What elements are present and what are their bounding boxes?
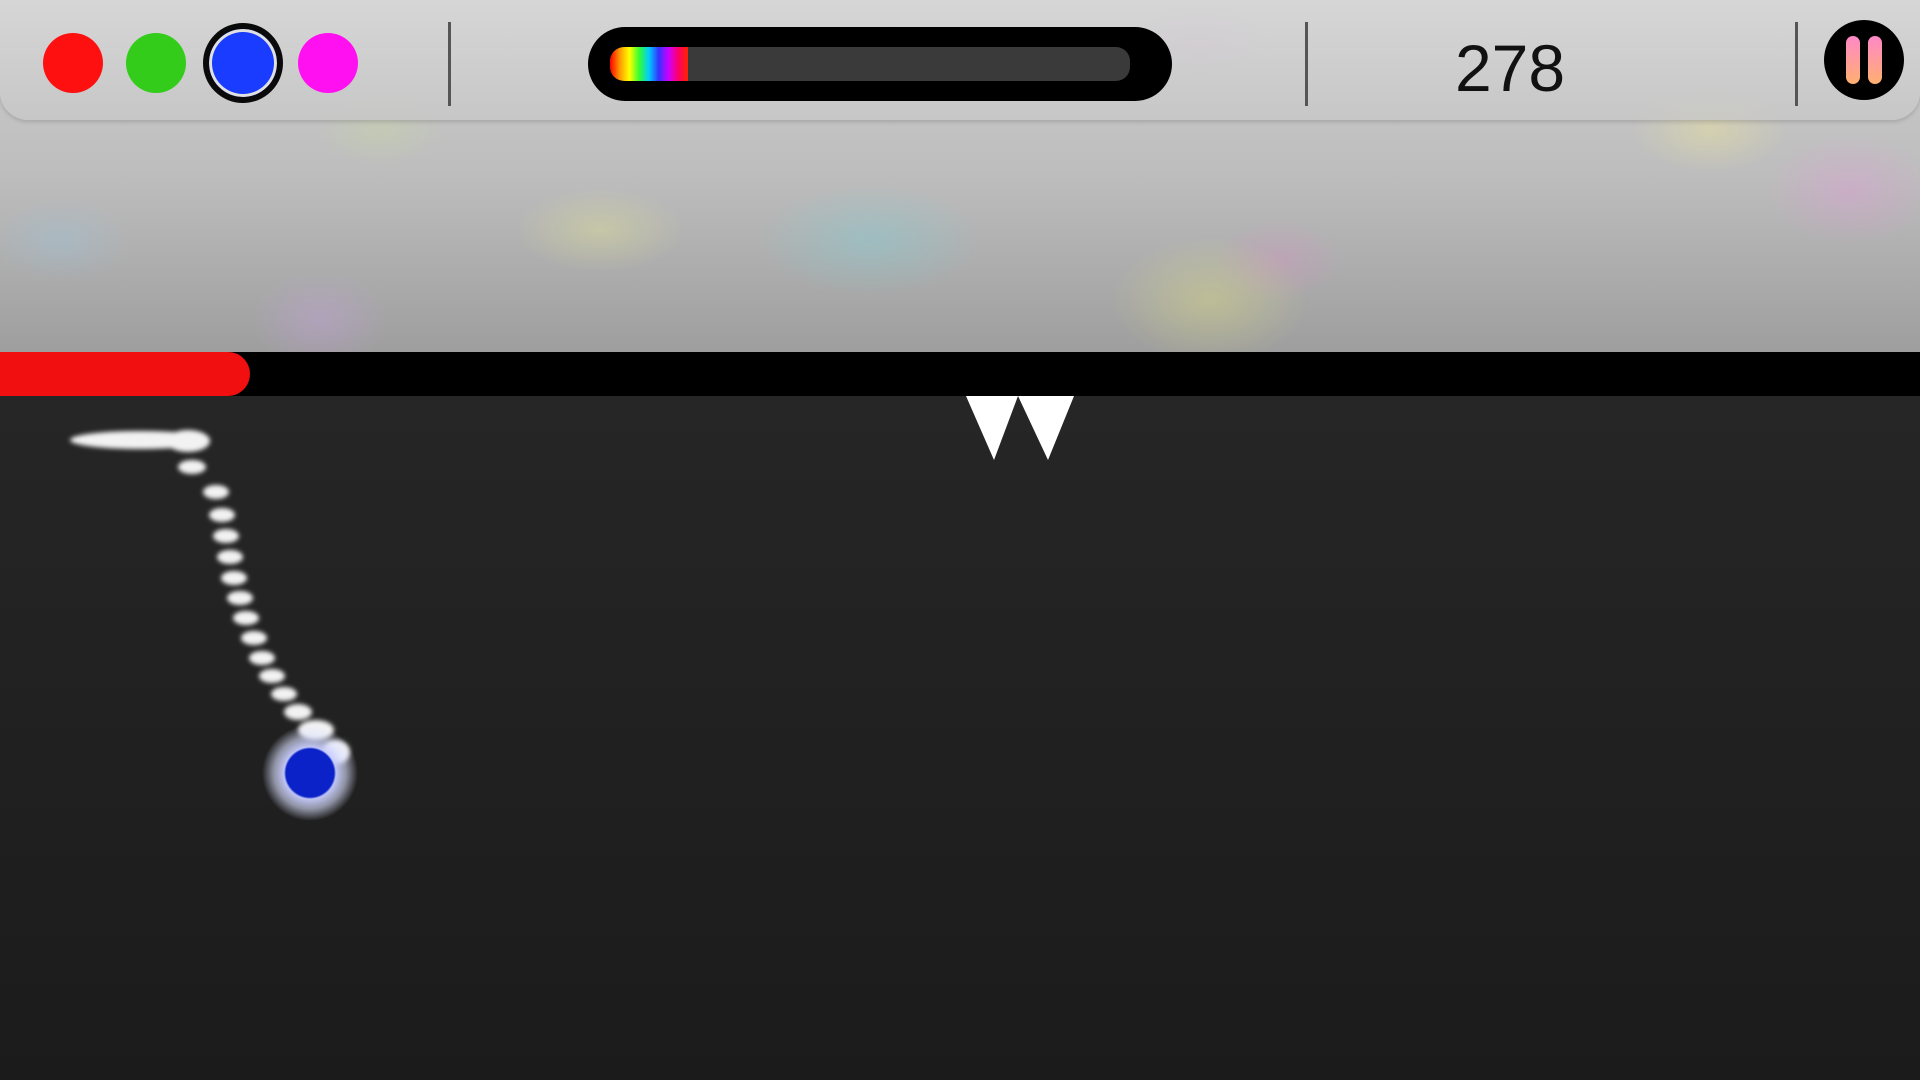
- game-stage[interactable]: 278: [0, 0, 1920, 1080]
- player-trail: [70, 430, 350, 764]
- player-ball: [262, 725, 358, 821]
